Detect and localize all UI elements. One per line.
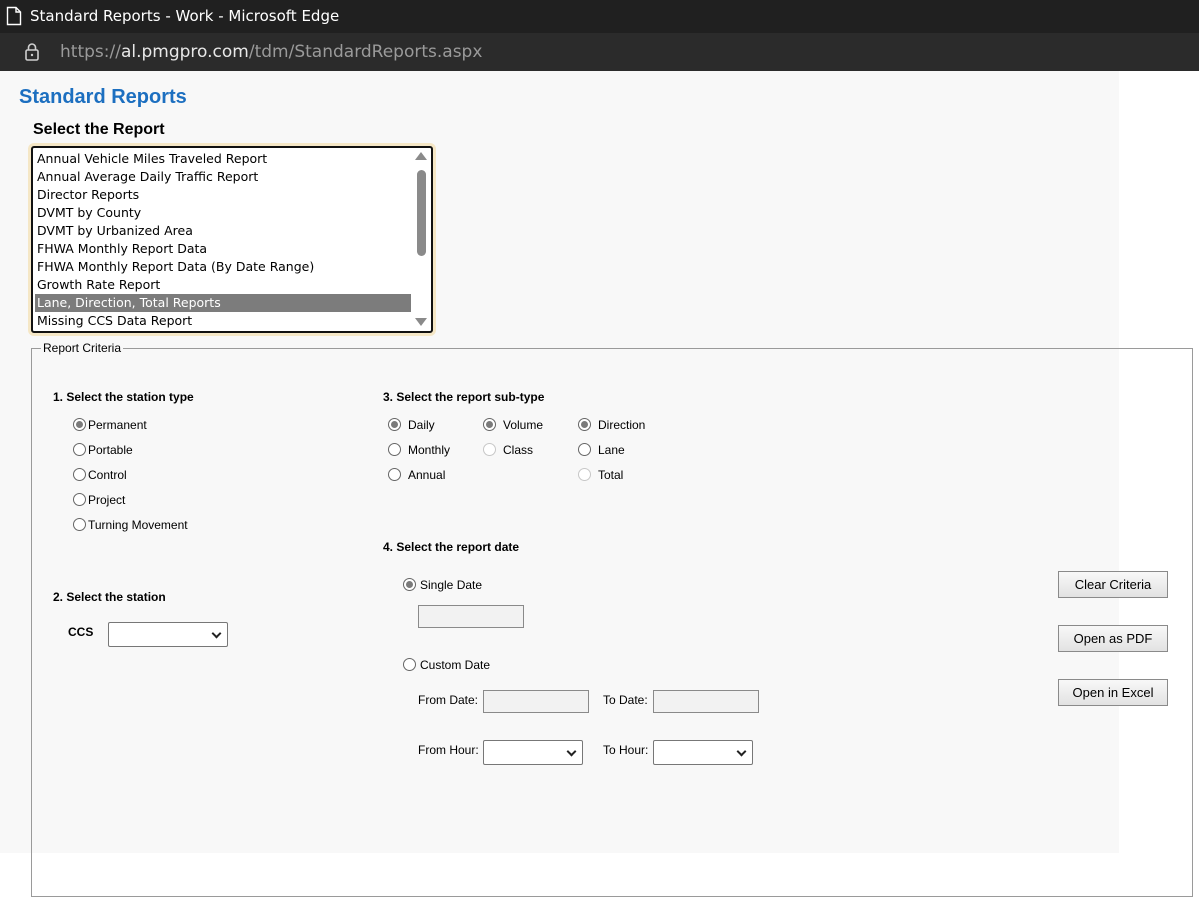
custom-date-radio[interactable] <box>403 658 416 671</box>
subtype-option-label: Lane <box>598 443 625 457</box>
ccs-label: CCS <box>68 625 94 639</box>
open-pdf-button[interactable]: Open as PDF <box>1058 625 1168 652</box>
station-label: 2. Select the station <box>53 590 166 604</box>
page-title: Standard Reports <box>19 86 187 108</box>
station-type-project-radio[interactable] <box>73 493 86 506</box>
subtype-option-label: Annual <box>408 468 446 482</box>
to-date-label: To Date: <box>603 693 648 707</box>
url-host: al.pmgpro.com <box>120 42 249 62</box>
report-listbox[interactable]: Annual Vehicle Miles Traveled Report Ann… <box>31 146 433 333</box>
single-date-radio[interactable] <box>403 578 416 591</box>
subtype-option-label: Direction <box>598 418 646 432</box>
report-list-item[interactable]: DVMT by Urbanized Area <box>35 222 411 240</box>
lock-icon[interactable] <box>24 42 40 62</box>
from-hour-label: From Hour: <box>418 743 479 757</box>
station-type-turning-movement-radio[interactable] <box>73 518 86 531</box>
subtype-direction-radio[interactable] <box>578 418 591 431</box>
subtype-option-label: Volume <box>503 418 544 432</box>
ccs-select[interactable] <box>108 622 228 647</box>
station-type-label: 1. Select the station type <box>53 390 194 404</box>
report-date-label: 4. Select the report date <box>383 540 520 554</box>
station-type-option-label: Project <box>88 493 126 507</box>
report-list-item[interactable]: Director Reports <box>35 186 411 204</box>
report-list-item[interactable]: Growth Rate Report <box>35 276 411 294</box>
station-type-option-label: Permanent <box>88 418 147 432</box>
subtype-option-label: Class <box>503 443 534 457</box>
subtype-class-radio <box>483 443 496 456</box>
to-hour-label: To Hour: <box>603 743 649 757</box>
select-report-heading: Select the Report <box>33 121 165 138</box>
open-excel-button[interactable]: Open in Excel <box>1058 679 1168 706</box>
report-list-item[interactable]: FHWA Monthly Report Data (By Date Range) <box>35 258 411 276</box>
report-list-item[interactable]: FHWA Monthly Report Data <box>35 240 411 258</box>
station-type-control-radio[interactable] <box>73 468 86 481</box>
subtype-option-label: Monthly <box>408 443 451 457</box>
url-path: /tdm/StandardReports.aspx <box>248 42 483 62</box>
report-list-item[interactable]: Annual Vehicle Miles Traveled Report <box>35 150 411 168</box>
window-title: Standard Reports - Work - Microsoft Edge <box>30 7 340 25</box>
browser-title-bar: Standard Reports - Work - Microsoft Edge <box>0 0 1199 33</box>
report-list-item-selected[interactable]: Lane, Direction, Total Reports <box>35 294 411 312</box>
subtype-volume-radio[interactable] <box>483 418 496 431</box>
scrollbar-thumb[interactable] <box>417 170 426 256</box>
from-date-label: From Date: <box>418 693 479 707</box>
report-subtype-label: 3. Select the report sub-type <box>383 390 545 404</box>
report-criteria-legend: Report Criteria <box>41 341 124 355</box>
page-icon <box>6 6 22 26</box>
address-bar[interactable]: https://al.pmgpro.com/tdm/StandardReport… <box>0 33 1199 71</box>
single-date-input[interactable] <box>418 605 524 628</box>
clear-criteria-button[interactable]: Clear Criteria <box>1058 571 1168 598</box>
subtype-lane-radio[interactable] <box>578 443 591 456</box>
from-hour-select[interactable] <box>483 740 583 765</box>
chevron-down-icon <box>566 746 577 757</box>
subtype-annual-radio[interactable] <box>388 468 401 481</box>
to-date-input[interactable] <box>653 690 759 713</box>
subtype-option-label: Total <box>598 468 624 482</box>
station-type-portable-radio[interactable] <box>73 443 86 456</box>
report-list-item[interactable]: DVMT by County <box>35 204 411 222</box>
from-date-input[interactable] <box>483 690 589 713</box>
report-list-item[interactable]: Missing CCS Data Report <box>35 312 411 330</box>
chevron-down-icon <box>736 746 747 757</box>
station-type-option-label: Control <box>88 468 127 482</box>
chevron-down-icon <box>211 628 222 639</box>
subtype-monthly-radio[interactable] <box>388 443 401 456</box>
report-list-item[interactable]: Annual Average Daily Traffic Report <box>35 168 411 186</box>
scroll-up-arrow-icon[interactable] <box>415 152 427 160</box>
scroll-down-arrow-icon[interactable] <box>415 318 427 326</box>
subtype-total-radio <box>578 468 591 481</box>
single-date-label: Single Date <box>420 578 483 592</box>
subtype-option-label: Daily <box>408 418 435 432</box>
custom-date-label: Custom Date <box>420 658 491 672</box>
station-type-option-label: Portable <box>88 443 133 457</box>
to-hour-select[interactable] <box>653 740 753 765</box>
station-type-permanent-radio[interactable] <box>73 418 86 431</box>
url-text[interactable]: https://al.pmgpro.com/tdm/StandardReport… <box>60 42 482 62</box>
subtype-daily-radio[interactable] <box>388 418 401 431</box>
station-type-option-label: Turning Movement <box>88 518 188 532</box>
url-scheme: https:// <box>60 42 121 62</box>
